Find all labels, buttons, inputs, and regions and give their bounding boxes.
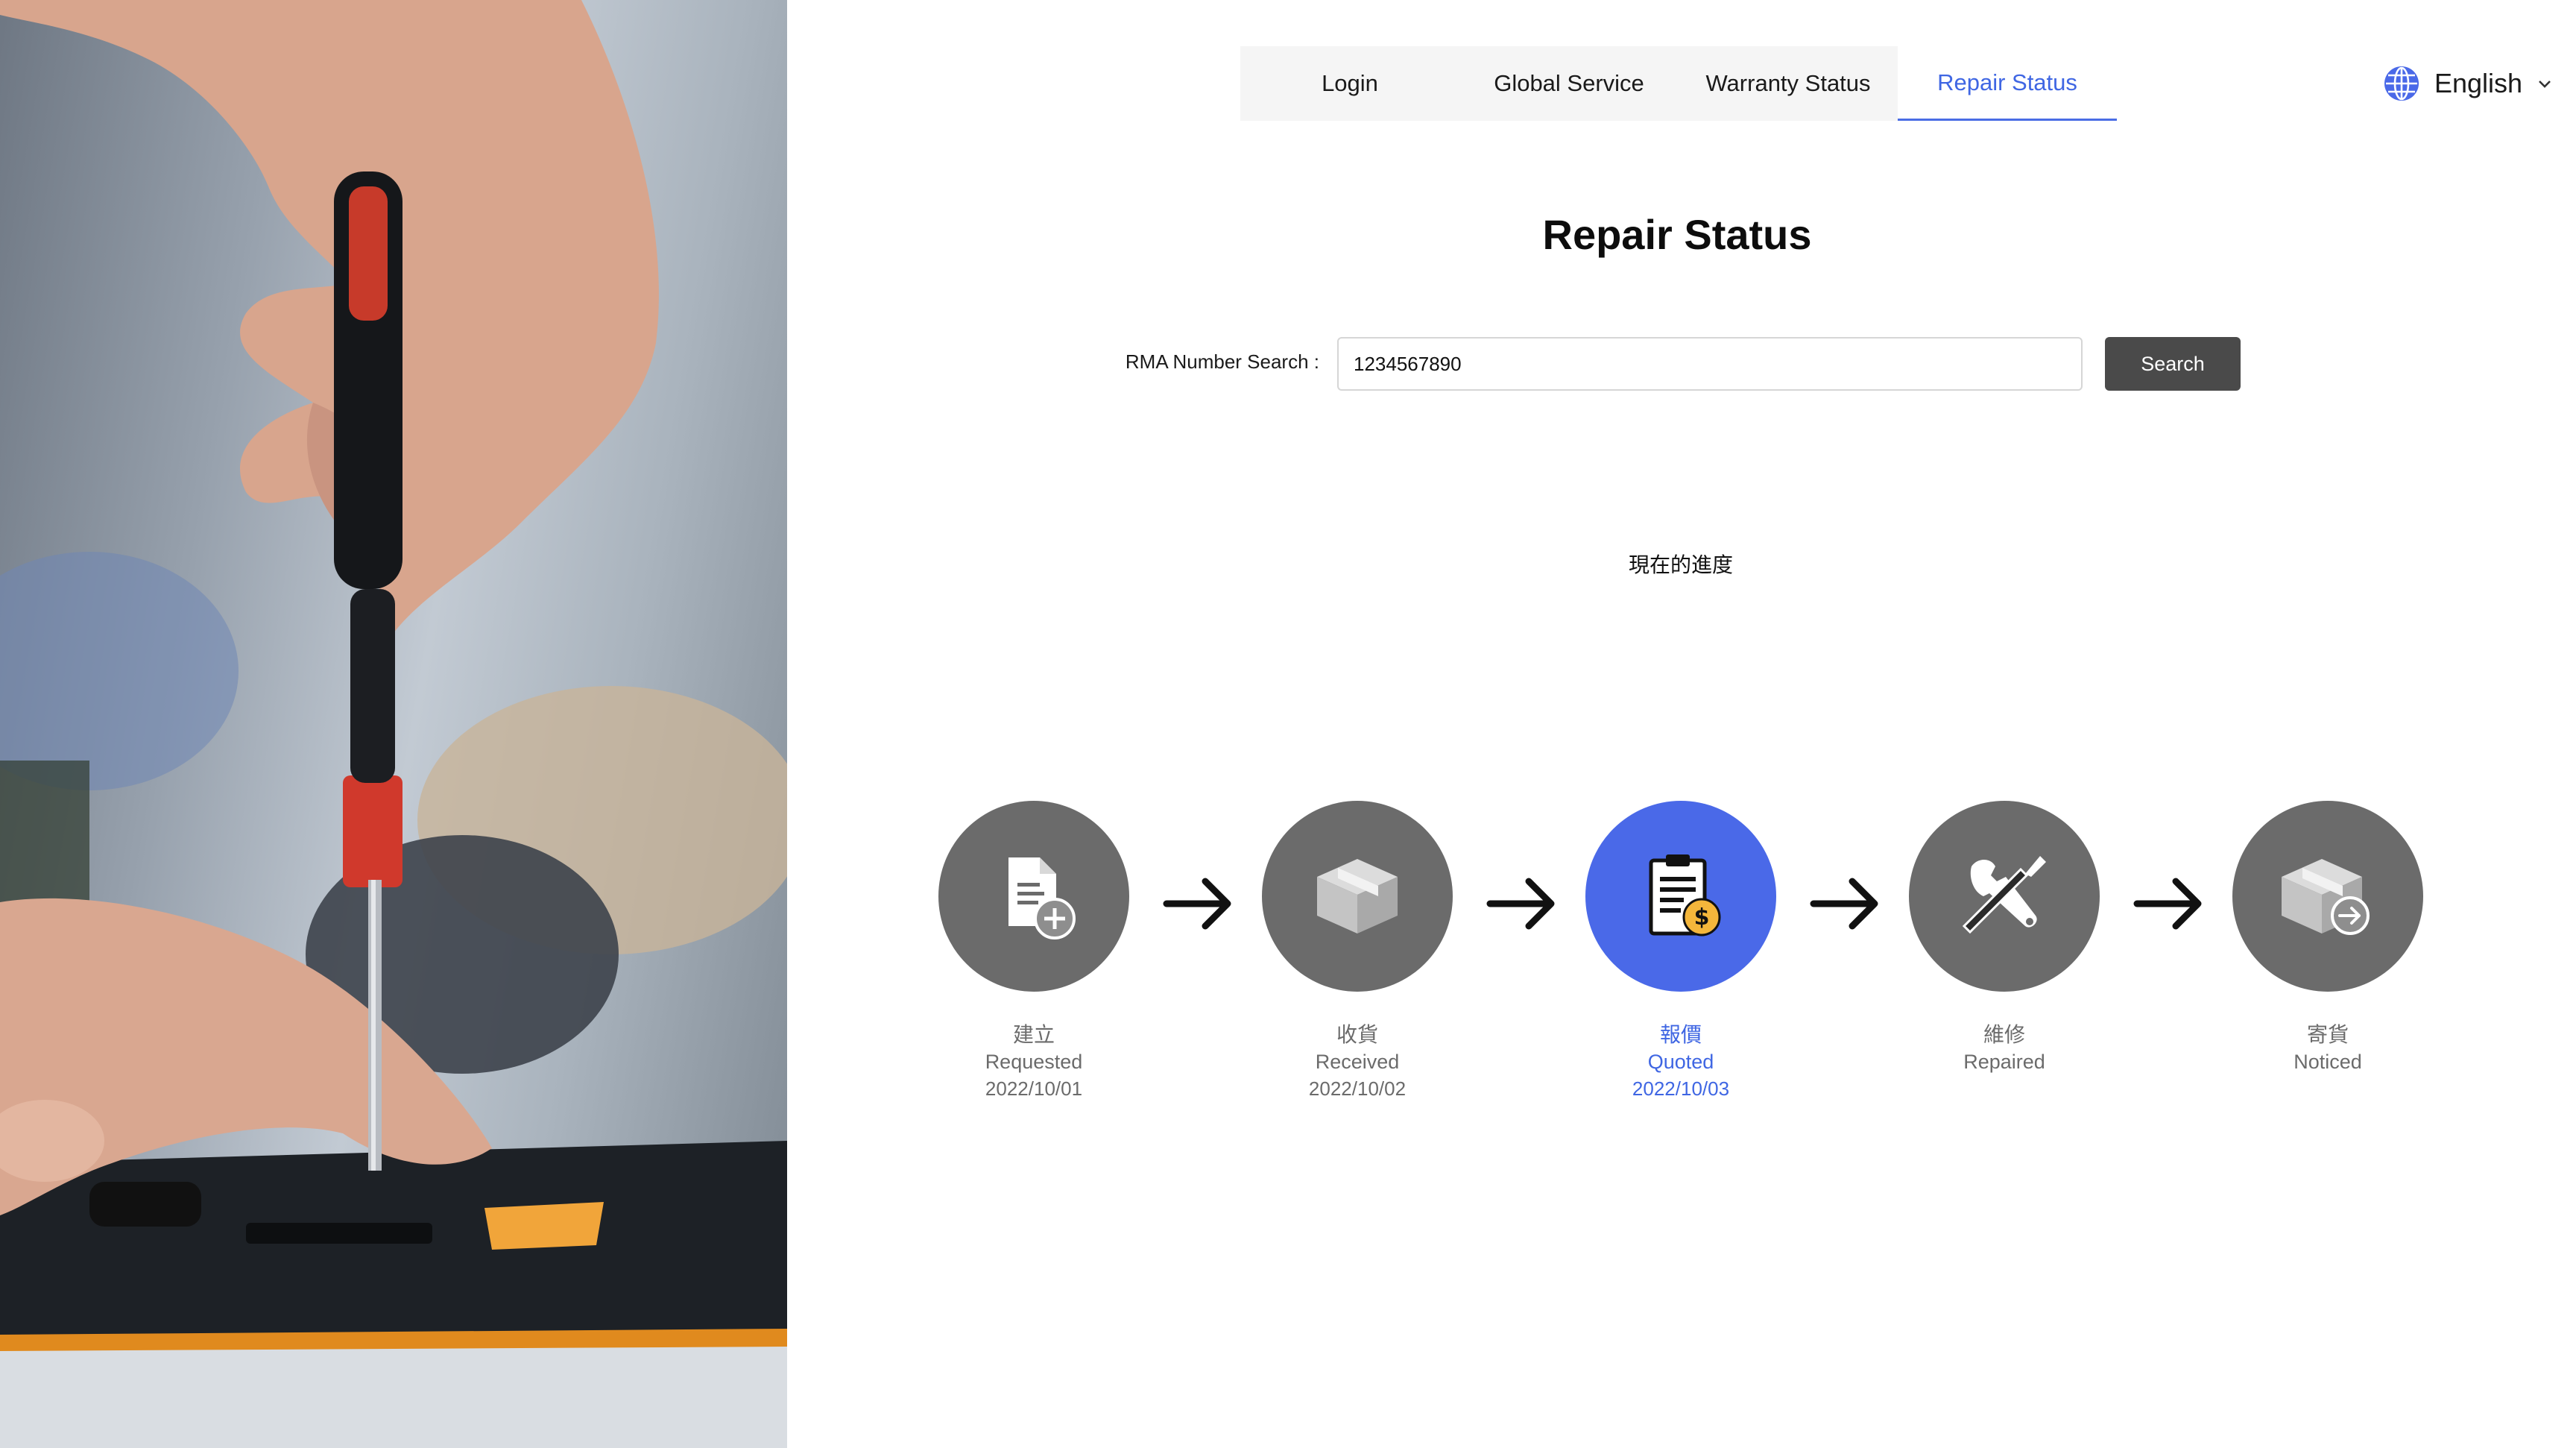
document-add-icon (1008, 857, 1076, 939)
arrow-right-icon (1810, 878, 1878, 930)
step-circle (1909, 801, 2100, 992)
tab-warranty-status[interactable]: Warranty Status (1679, 46, 1898, 121)
page-title: Repair Status (1542, 211, 1812, 258)
tab-global-service[interactable]: Global Service (1459, 46, 1679, 121)
arrow-right-icon (1163, 878, 1231, 930)
step-circle: $ (1585, 801, 1776, 992)
package-box-icon (1317, 859, 1398, 934)
step-label-zh: 寄貨 (2306, 1023, 2349, 1046)
progress-heading: 現在的進度 (1628, 553, 1733, 576)
language-label: English (2434, 68, 2523, 98)
step-date: 2022/10/03 (1632, 1077, 1730, 1100)
clipboard-dollar-icon: $ (1649, 854, 1721, 937)
search-button[interactable]: Search (2105, 337, 2241, 391)
step-quoted: $ 報價 Quoted 2022/10/03 (1569, 801, 1793, 1102)
step-label-zh: 維修 (1983, 1023, 2025, 1046)
step-label-en: Received (1315, 1051, 1400, 1073)
chevron-down-icon (2539, 81, 2551, 88)
svg-text:$: $ (1694, 904, 1710, 931)
wrench-screwdriver-icon (1962, 856, 2046, 934)
tab-repair-status[interactable]: Repair Status (1898, 46, 2117, 121)
step-label-en: Requested (985, 1051, 1083, 1073)
step-repaired: 維修 Repaired (1892, 801, 2116, 1075)
step-label-zh: 收貨 (1336, 1023, 1378, 1046)
step-noticed: 寄貨 Noticed (2216, 801, 2440, 1075)
globe-icon (2384, 66, 2419, 101)
tab-login[interactable]: Login (1240, 46, 1459, 121)
step-circle (2232, 801, 2423, 992)
step-requested: 建立 Requested 2022/10/01 (922, 801, 1146, 1102)
step-label-en: Noticed (2294, 1051, 2362, 1073)
hero-photo (0, 0, 787, 1448)
top-nav: Login Global Service Warranty Status Rep… (1240, 46, 2117, 121)
step-circle (1262, 801, 1453, 992)
step-label-en: Quoted (1647, 1051, 1714, 1073)
step-circle (938, 801, 1129, 992)
arrow-right-icon (1486, 878, 1555, 930)
step-label-zh: 報價 (1659, 1023, 1702, 1046)
step-date: 2022/10/01 (985, 1077, 1083, 1100)
step-label-zh: 建立 (1012, 1023, 1055, 1046)
language-selector[interactable]: English (2382, 64, 2554, 103)
package-ship-icon (2282, 859, 2370, 935)
arrow-right-icon (2133, 878, 2202, 930)
step-received: 收貨 Received 2022/10/02 (1246, 801, 1469, 1102)
step-date: 2022/10/02 (1308, 1077, 1407, 1100)
step-label-en: Repaired (1963, 1051, 2045, 1073)
rma-search-label: RMA Number Search : (1125, 350, 1319, 373)
rma-search-input[interactable] (1337, 337, 2083, 391)
